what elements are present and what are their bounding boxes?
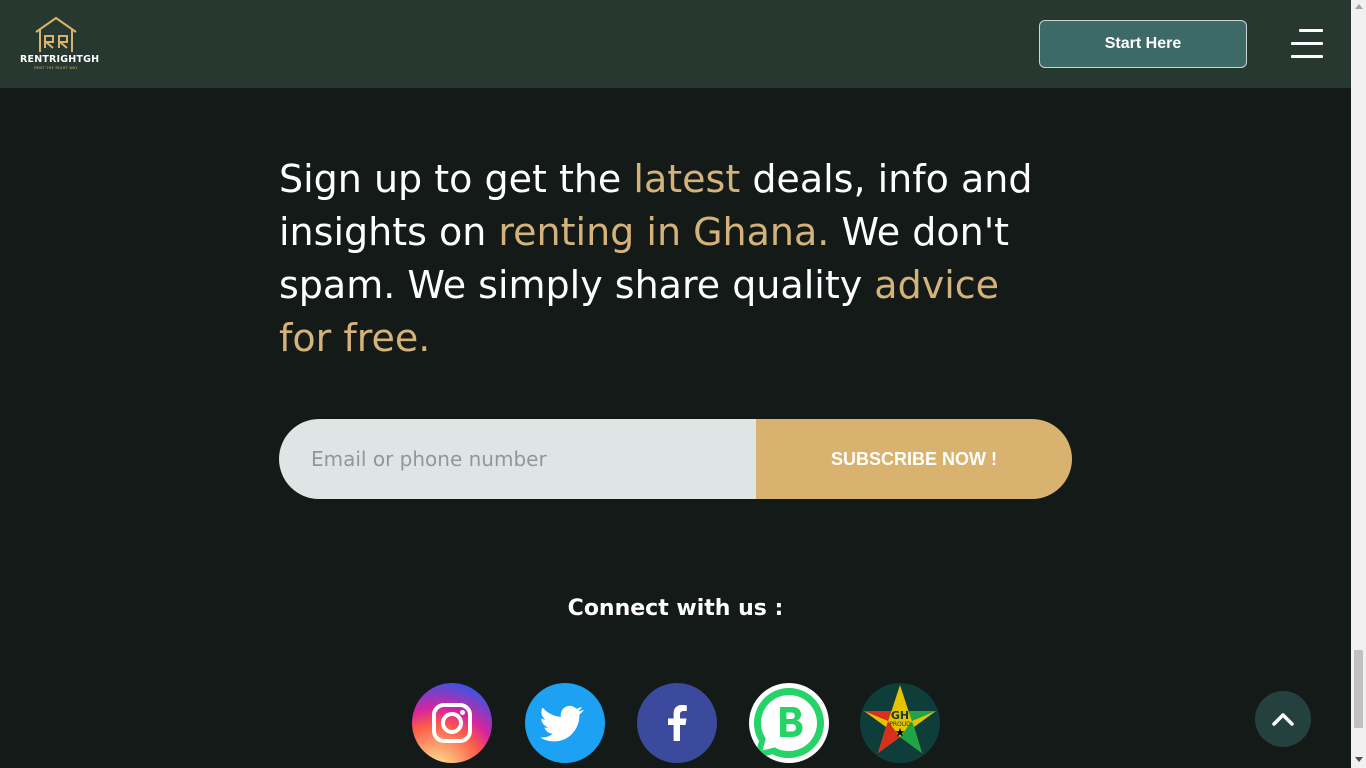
scroll-down-arrow-icon[interactable] <box>1355 757 1363 762</box>
logo-text: RENTRIGHTGH <box>20 54 100 65</box>
start-here-button[interactable]: Start Here <box>1039 20 1247 68</box>
back-to-top-button[interactable] <box>1255 691 1311 747</box>
facebook-link[interactable] <box>637 683 717 763</box>
whatsapp-business-link[interactable] <box>749 683 829 763</box>
site-header: RENTRIGHTGH RENT THE RIGHT WAY Start Her… <box>0 0 1351 88</box>
instagram-icon <box>432 703 472 743</box>
email-phone-input[interactable] <box>279 419 756 499</box>
twitter-icon <box>539 705 584 742</box>
site-logo[interactable]: RENTRIGHTGH RENT THE RIGHT WAY <box>20 16 100 72</box>
signup-headline: Sign up to get the latest deals, info an… <box>279 153 1059 365</box>
scroll-thumb[interactable] <box>1354 650 1363 728</box>
subscribe-button[interactable]: SUBSCRIBE NOW ! <box>756 419 1072 499</box>
hamburger-menu-icon[interactable] <box>1291 29 1323 59</box>
gh-proud-icon: GH PROUD <box>864 685 936 753</box>
connect-title: Connect with us : <box>567 596 784 621</box>
signup-accent-renting: renting in Ghana. <box>498 210 830 254</box>
instagram-link[interactable] <box>412 683 492 763</box>
signup-accent-latest: latest <box>633 157 741 201</box>
house-logo-icon <box>35 16 77 52</box>
chevron-up-icon <box>1272 713 1294 726</box>
signup-text-part: Sign up to get the <box>279 157 634 201</box>
whatsapp-business-icon <box>754 688 824 759</box>
logo-tagline: RENT THE RIGHT WAY <box>34 66 78 70</box>
gh-proud-link[interactable]: GH PROUD <box>860 683 940 763</box>
facebook-icon <box>668 705 687 741</box>
twitter-link[interactable] <box>525 683 605 763</box>
page-scrollbar[interactable] <box>1351 0 1366 768</box>
gh-proud-sublabel: PROUD <box>889 721 911 728</box>
subscribe-form: SUBSCRIBE NOW ! <box>279 419 1072 499</box>
scroll-up-arrow-icon[interactable] <box>1355 4 1363 9</box>
